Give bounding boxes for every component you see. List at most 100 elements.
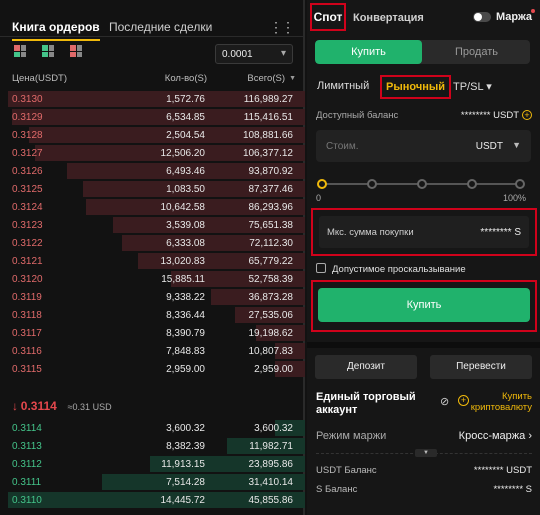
ask-total: 116,989.27 [243, 94, 293, 105]
margin-toggle[interactable]: Маржа [472, 11, 532, 23]
ask-row[interactable]: 0.3128 2,504.54 108,881.66 [0, 126, 305, 144]
ask-qty: 1,083.50 [166, 184, 205, 195]
order-type-market[interactable]: Рыночный [380, 75, 452, 99]
order-type-tpsl[interactable]: TP/SL ▾ [453, 80, 492, 93]
ask-row[interactable]: 0.3116 7,848.83 10,807.83 [0, 342, 305, 360]
add-funds-icon[interactable]: + [522, 110, 532, 120]
slippage-label: Допустимое проскальзывание [332, 264, 466, 275]
margin-mode[interactable]: Режим маржи Кросс-маржа › [316, 430, 532, 442]
ask-row[interactable]: 0.3126 6,493.46 93,870.92 [0, 162, 305, 180]
slider-min-label: 0 [316, 193, 322, 203]
mid-price: ↓ 0.3114 ≈0.31 USD [12, 399, 302, 413]
buy-button-highlight: Купить [311, 280, 537, 332]
ask-total: 108,881.66 [242, 130, 293, 141]
slider-mark-50[interactable] [417, 179, 427, 189]
slider-mark-75[interactable] [467, 179, 477, 189]
ask-row[interactable]: 0.3118 8,336.44 27,535.06 [0, 306, 305, 324]
tab-convert[interactable]: Конвертация [353, 12, 424, 24]
precision-select[interactable]: 0.0001 ▾ [215, 44, 293, 64]
ask-row[interactable]: 0.3125 1,083.50 87,377.46 [0, 180, 305, 198]
ask-total: 106,377.12 [242, 148, 293, 159]
ask-qty: 6,493.46 [166, 166, 205, 177]
ask-qty: 12,506.20 [160, 148, 206, 159]
asks-list: 0.3130 1,572.76 116,989.27 0.3129 6,534.85 11… [0, 90, 305, 378]
ask-total: 52,758.39 [248, 274, 294, 285]
ask-total: 93,870.92 [248, 166, 294, 177]
ask-price: 0.3129 [12, 112, 43, 123]
ask-price: 0.3126 [12, 166, 43, 177]
bid-total: 3,600.32 [254, 423, 293, 434]
cost-currency[interactable]: USDT [476, 141, 503, 152]
ask-row[interactable]: 0.3122 6,333.08 72,112.30 [0, 234, 305, 252]
order-book-header: Цена(USDT) Кол-во(S) Всего(S) ▼ [0, 73, 305, 87]
ask-row[interactable]: 0.3130 1,572.76 116,989.27 [0, 90, 305, 108]
order-book-panel: Книга ордеров Последние сделки ⋮⋮ 0.0001… [0, 0, 305, 515]
slippage-option[interactable]: Допустимое проскальзывание [316, 263, 466, 275]
chevron-down-icon: ▾ [486, 81, 492, 93]
ask-row[interactable]: 0.3123 3,539.08 75,651.38 [0, 216, 305, 234]
col-total[interactable]: Всего(S) [247, 73, 285, 84]
ask-total: 65,779.22 [248, 256, 294, 267]
bid-row[interactable]: 0.3112 11,913.15 23,895.86 [0, 455, 305, 473]
ask-price: 0.3128 [12, 130, 43, 141]
ask-row[interactable]: 0.3120 15,885.11 52,758.39 [0, 270, 305, 288]
ask-row[interactable]: 0.3129 6,534.85 115,416.51 [0, 108, 305, 126]
ask-total: 86,293.96 [248, 202, 294, 213]
available-balance-value: ******** USDT [460, 110, 519, 121]
order-type-limit[interactable]: Лимитный [317, 80, 369, 92]
ask-price: 0.3120 [12, 274, 43, 285]
ask-qty: 8,336.44 [166, 310, 205, 321]
tab-spot[interactable]: Спот [310, 3, 346, 31]
ask-row[interactable]: 0.3119 9,338.22 36,873.28 [0, 288, 305, 306]
transfer-button[interactable]: Перевести [430, 355, 532, 379]
tab-recent-trades[interactable]: Последние сделки [109, 20, 212, 34]
section-divider [307, 342, 540, 348]
slider-mark-25[interactable] [367, 179, 377, 189]
ask-qty: 1,572.76 [166, 94, 205, 105]
chevron-down-icon[interactable]: ▼ [415, 449, 437, 457]
cost-placeholder: Стоим. [326, 141, 359, 152]
ask-price: 0.3117 [12, 328, 42, 339]
more-icon[interactable]: ⋮⋮ [269, 19, 295, 36]
view-both-icon[interactable] [14, 45, 26, 57]
sell-tab[interactable]: Продать [423, 40, 530, 64]
buy-crypto-link[interactable]: Купить криптовалюту [470, 391, 532, 413]
view-asks-icon[interactable] [70, 45, 82, 57]
amount-slider[interactable] [317, 178, 525, 190]
ask-price: 0.3130 [12, 94, 43, 105]
tab-order-book[interactable]: Книга ордеров [12, 20, 100, 41]
chevron-down-icon[interactable]: ▼ [512, 140, 521, 150]
cost-input[interactable]: Стоим. USDT ▼ [316, 130, 531, 162]
ask-qty: 9,338.22 [166, 292, 205, 303]
bid-row[interactable]: 0.3110 14,445.72 45,855.86 [0, 491, 305, 509]
ask-total: 10,807.83 [248, 346, 294, 357]
view-bids-icon[interactable] [42, 45, 54, 57]
bid-row[interactable]: 0.3113 8,382.39 11,982.71 [0, 437, 305, 455]
slider-mark-100[interactable] [515, 179, 525, 189]
hide-balance-icon[interactable]: ⊘ [440, 395, 449, 408]
ask-row[interactable]: 0.3117 8,390.79 19,198.62 [0, 324, 305, 342]
toggle-switch[interactable] [472, 12, 491, 22]
ask-qty: 13,020.83 [160, 256, 206, 267]
ask-row[interactable]: 0.3127 12,506.20 106,377.12 [0, 144, 305, 162]
bid-row[interactable]: 0.3114 3,600.32 3,600.32 [0, 419, 305, 437]
margin-mode-value: Кросс-маржа [458, 430, 526, 442]
buy-tab[interactable]: Купить [315, 40, 422, 64]
bid-row[interactable]: 0.3111 7,514.28 31,410.14 [0, 473, 305, 491]
ask-row[interactable]: 0.3115 2,959.00 2,959.00 [0, 360, 305, 378]
buy-button[interactable]: Купить [318, 288, 530, 322]
usdt-balance-value: ******** USDT [473, 465, 532, 476]
slider-labels: 0 100% [316, 193, 526, 203]
sort-icon[interactable]: ▼ [289, 75, 296, 82]
deposit-button[interactable]: Депозит [315, 355, 417, 379]
notification-dot [531, 9, 535, 13]
slippage-checkbox[interactable] [316, 263, 326, 273]
bid-qty: 11,913.15 [161, 459, 205, 470]
buy-crypto-icon[interactable]: + [458, 395, 469, 406]
arrow-down-icon: ↓ [12, 399, 18, 413]
usdt-balance-label: USDT Баланс [316, 465, 377, 476]
slider-handle[interactable] [317, 179, 327, 189]
ask-row[interactable]: 0.3121 13,020.83 65,779.22 [0, 252, 305, 270]
margin-label: Маржа [495, 11, 532, 23]
ask-row[interactable]: 0.3124 10,642.58 86,293.96 [0, 198, 305, 216]
